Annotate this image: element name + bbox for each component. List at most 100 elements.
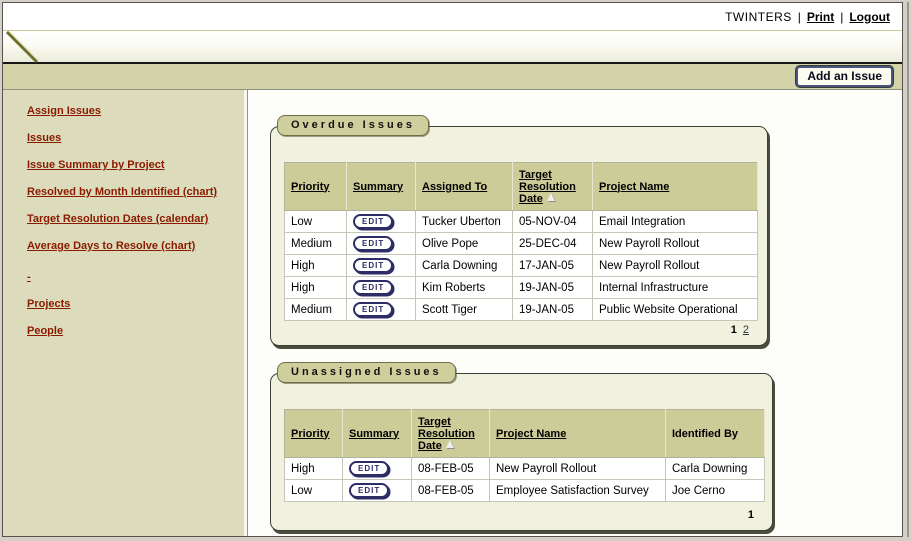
cell-project: Public Website Operational	[593, 299, 758, 321]
column-header-priority[interactable]: Priority	[285, 410, 343, 458]
sort-link[interactable]: Project Name	[496, 428, 566, 440]
sort-link[interactable]: Priority	[291, 428, 330, 440]
panel-body: Priority Summary Assigned To Target Reso…	[270, 126, 768, 346]
cell-assigned-to: Scott Tiger	[416, 299, 513, 321]
column-header-summary[interactable]: Summary	[347, 163, 416, 211]
cell-project: New Payroll Rollout	[593, 233, 758, 255]
app-page: TWINTERS | Print | Logout Add an Issue A…	[2, 2, 903, 537]
column-header-summary[interactable]: Summary	[343, 410, 412, 458]
diagonal-slash-icon	[3, 31, 47, 63]
cell-target-date: 25-DEC-04	[513, 233, 593, 255]
separator: |	[840, 10, 843, 24]
sidebar-item-issues[interactable]: Issues	[27, 131, 247, 144]
sort-link[interactable]: Assigned To	[422, 181, 487, 193]
table-header-row: Priority Summary Assigned To Target Reso…	[285, 163, 758, 211]
cell-project: Email Integration	[593, 211, 758, 233]
table-row: Low EDIT 08-FEB-05 Employee Satisfaction…	[285, 480, 765, 502]
cell-priority: Low	[285, 211, 347, 233]
column-header-project-name[interactable]: Project Name	[593, 163, 758, 211]
cell-target-date: 08-FEB-05	[412, 480, 490, 502]
sidebar-link[interactable]: Issues	[27, 132, 61, 144]
edit-button[interactable]: EDIT	[353, 214, 393, 229]
table-row: Low EDIT Tucker Uberton 05-NOV-04 Email …	[285, 211, 758, 233]
content-row: Assign Issues Issues Issue Summary by Pr…	[3, 90, 902, 536]
header-gradient-band	[3, 30, 902, 62]
edit-button[interactable]: EDIT	[349, 461, 389, 476]
cell-identified-by: Joe Cerno	[666, 480, 765, 502]
pagination: 12	[731, 324, 749, 336]
sidebar-link[interactable]: -	[27, 271, 31, 283]
cell-target-date: 17-JAN-05	[513, 255, 593, 277]
cell-priority: High	[285, 255, 347, 277]
sort-ascending-icon	[547, 193, 555, 201]
cell-summary: EDIT	[347, 299, 416, 321]
column-label: Identified By	[672, 428, 738, 440]
cell-priority: Medium	[285, 233, 347, 255]
table-row: Medium EDIT Scott Tiger 19-JAN-05 Public…	[285, 299, 758, 321]
cell-summary: EDIT	[343, 458, 412, 480]
edit-button[interactable]: EDIT	[353, 280, 393, 295]
sidebar-link[interactable]: Average Days to Resolve (chart)	[27, 240, 195, 252]
sidebar-item-resolved-by-month-chart[interactable]: Resolved by Month Identified (chart)	[27, 185, 247, 198]
sidebar-item-target-resolution-calendar[interactable]: Target Resolution Dates (calendar)	[27, 212, 247, 225]
sidebar-item-average-days-chart[interactable]: Average Days to Resolve (chart)	[27, 239, 247, 252]
cell-project: New Payroll Rollout	[490, 458, 666, 480]
cell-summary: EDIT	[343, 480, 412, 502]
edit-button[interactable]: EDIT	[353, 302, 393, 317]
overdue-issues-panel: Overdue Issues Priority Summary Assigned…	[270, 115, 768, 346]
main-content: Overdue Issues Priority Summary Assigned…	[248, 90, 902, 536]
column-header-identified-by: Identified By	[666, 410, 765, 458]
sidebar-item-dash[interactable]: -	[27, 270, 247, 283]
edit-button[interactable]: EDIT	[353, 236, 393, 251]
pagination-current-page: 1	[748, 509, 754, 521]
sort-link[interactable]: Summary	[349, 428, 399, 440]
sidebar-link[interactable]: Issue Summary by Project	[27, 159, 165, 171]
panel-body: Priority Summary Target Resolution Date …	[270, 373, 773, 531]
column-header-project-name[interactable]: Project Name	[490, 410, 666, 458]
unassigned-issues-panel: Unassigned Issues Priority Summary Targe…	[270, 362, 773, 531]
pagination-page-2-link[interactable]: 2	[743, 324, 749, 336]
print-link[interactable]: Print	[807, 10, 834, 24]
panel-title-tab: Unassigned Issues	[277, 362, 456, 383]
cell-target-date: 19-JAN-05	[513, 277, 593, 299]
sidebar-item-assign-issues[interactable]: Assign Issues	[27, 104, 247, 117]
cell-summary: EDIT	[347, 211, 416, 233]
pagination: 1	[748, 509, 754, 521]
cell-target-date: 19-JAN-05	[513, 299, 593, 321]
sort-link[interactable]: Priority	[291, 181, 330, 193]
sort-link[interactable]: Summary	[353, 181, 403, 193]
sort-link[interactable]: Project Name	[599, 181, 669, 193]
sidebar-item-projects[interactable]: Projects	[27, 297, 247, 310]
column-header-assigned-to[interactable]: Assigned To	[416, 163, 513, 211]
cell-identified-by: Carla Downing	[666, 458, 765, 480]
column-header-target-resolution-date[interactable]: Target Resolution Date	[412, 410, 490, 458]
cell-target-date: 05-NOV-04	[513, 211, 593, 233]
sidebar-link[interactable]: Resolved by Month Identified (chart)	[27, 186, 217, 198]
cell-summary: EDIT	[347, 233, 416, 255]
table-row: High EDIT Kim Roberts 19-JAN-05 Internal…	[285, 277, 758, 299]
sidebar-link[interactable]: Target Resolution Dates (calendar)	[27, 213, 208, 225]
cell-assigned-to: Olive Pope	[416, 233, 513, 255]
cell-assigned-to: Kim Roberts	[416, 277, 513, 299]
panel-title-tab: Overdue Issues	[277, 115, 429, 136]
sidebar-link[interactable]: Projects	[27, 298, 70, 310]
cell-project: New Payroll Rollout	[593, 255, 758, 277]
cell-assigned-to: Carla Downing	[416, 255, 513, 277]
column-header-target-resolution-date[interactable]: Target Resolution Date	[513, 163, 593, 211]
sidebar-item-issue-summary-by-project[interactable]: Issue Summary by Project	[27, 158, 247, 171]
edit-button[interactable]: EDIT	[349, 483, 389, 498]
table-row: High EDIT Carla Downing 17-JAN-05 New Pa…	[285, 255, 758, 277]
logout-link[interactable]: Logout	[849, 10, 890, 24]
edit-button[interactable]: EDIT	[353, 258, 393, 273]
sidebar-item-people[interactable]: People	[27, 324, 247, 337]
username-label: TWINTERS	[725, 10, 792, 24]
sidebar-link[interactable]: People	[27, 325, 63, 337]
cell-assigned-to: Tucker Uberton	[416, 211, 513, 233]
add-issue-button[interactable]: Add an Issue	[796, 66, 893, 87]
separator: |	[798, 10, 801, 24]
sort-ascending-icon	[446, 440, 454, 448]
column-header-priority[interactable]: Priority	[285, 163, 347, 211]
cell-summary: EDIT	[347, 277, 416, 299]
cell-project: Internal Infrastructure	[593, 277, 758, 299]
sidebar-link[interactable]: Assign Issues	[27, 105, 101, 117]
